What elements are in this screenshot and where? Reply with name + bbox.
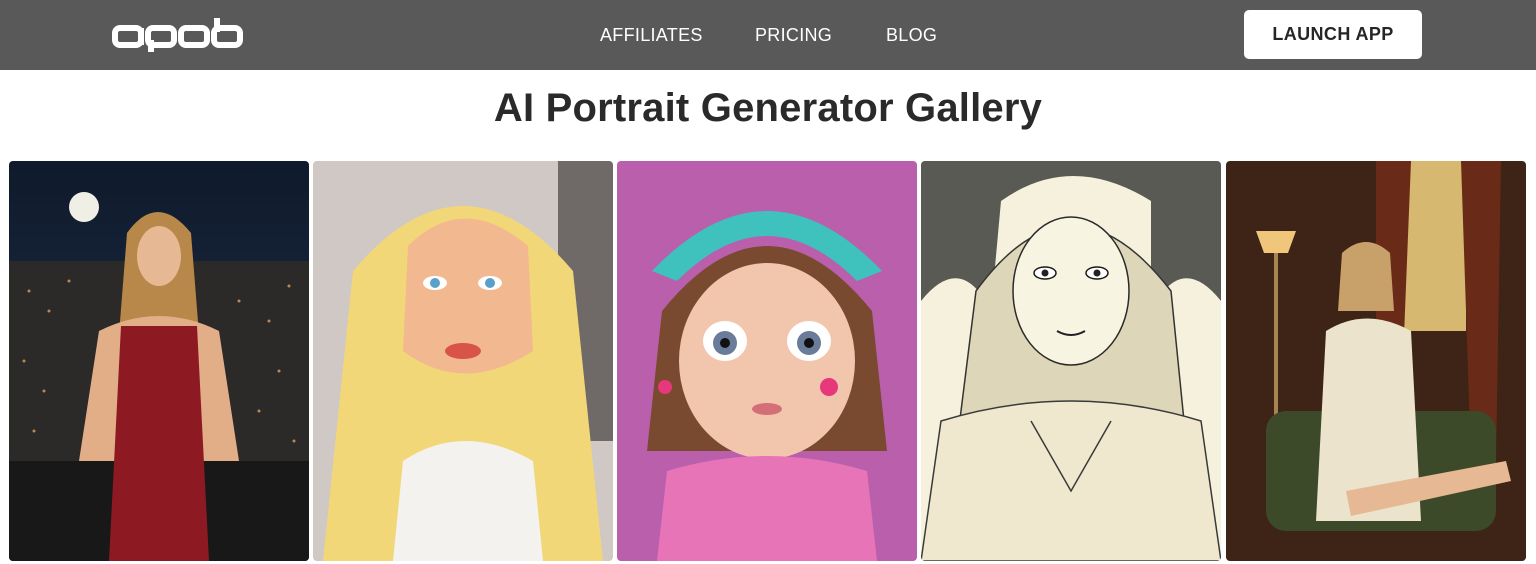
nav-link-affiliates[interactable]: AFFILIATES bbox=[600, 0, 703, 70]
gallery-image-vintage-room-portrait[interactable] bbox=[1226, 161, 1526, 561]
gallery-image-3d-cartoon-girl-portrait[interactable] bbox=[617, 161, 917, 561]
nav-link-blog[interactable]: BLOG bbox=[886, 0, 937, 70]
gallery-image-ink-sketch-portrait[interactable] bbox=[921, 161, 1221, 561]
gallery-image-night-city-portrait[interactable] bbox=[9, 161, 309, 561]
launch-app-button[interactable]: LAUNCH APP bbox=[1244, 10, 1422, 59]
gallery-image-comic-blonde-portrait[interactable] bbox=[313, 161, 613, 561]
apob-logo[interactable] bbox=[112, 18, 244, 52]
top-navigation-bar: AFFILIATES PRICING BLOG LAUNCH APP bbox=[0, 0, 1536, 70]
nav-link-pricing[interactable]: PRICING bbox=[755, 0, 832, 70]
page-title: AI Portrait Generator Gallery bbox=[493, 86, 1043, 130]
